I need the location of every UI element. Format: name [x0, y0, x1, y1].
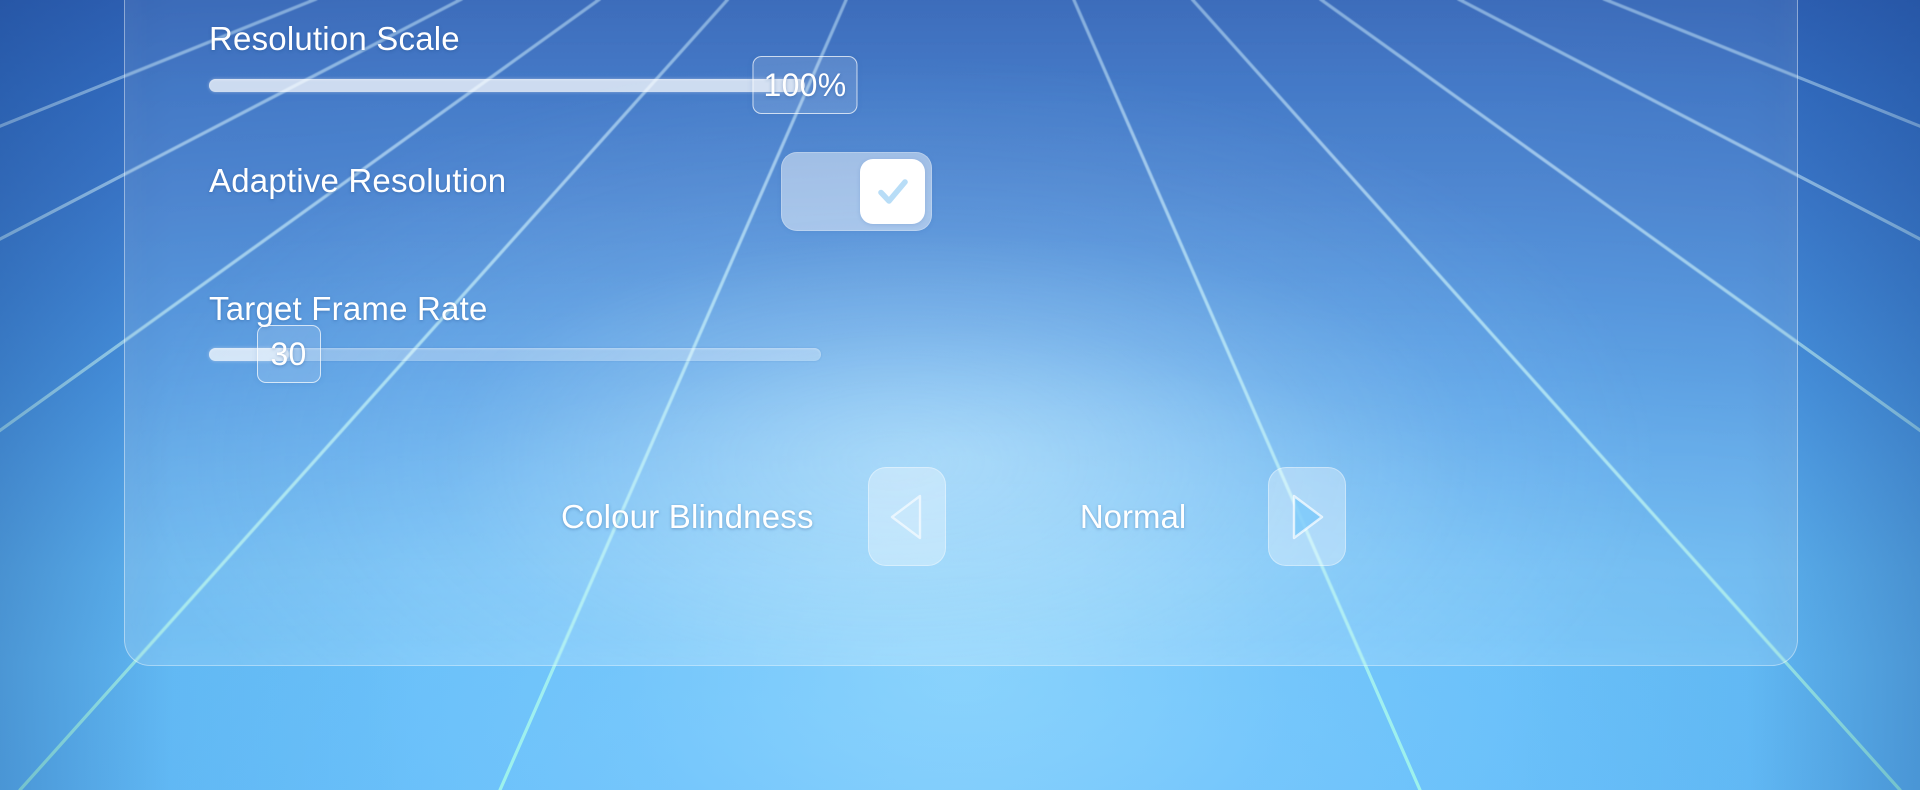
resolution-scale-label: Resolution Scale [209, 20, 460, 57]
settings-panel: Resolution Scale 100% Adaptive Resolutio… [124, 0, 1798, 666]
resolution-scale-slider-handle[interactable]: 100% [752, 56, 858, 114]
game-settings-screen: Resolution Scale 100% Adaptive Resolutio… [0, 0, 1920, 790]
slider-fill [209, 79, 805, 92]
colour-blindness-label: Colour Blindness [561, 498, 814, 535]
toggle-knob[interactable] [860, 159, 925, 224]
triangle-left-icon [890, 494, 922, 539]
target-frame-rate-slider[interactable]: 30 [209, 325, 821, 383]
resolution-scale-slider[interactable]: 100% [209, 56, 858, 114]
check-icon [877, 178, 908, 204]
triangle-right-icon [1292, 494, 1324, 539]
target-frame-rate-value: 30 [270, 335, 307, 372]
target-frame-rate-label: Target Frame Rate [209, 290, 488, 327]
adaptive-resolution-label: Adaptive Resolution [209, 162, 507, 199]
colour-blindness-next-button[interactable] [1268, 467, 1346, 566]
resolution-scale-value: 100% [763, 66, 847, 103]
target-frame-rate-slider-handle[interactable]: 30 [256, 325, 321, 383]
adaptive-resolution-toggle[interactable] [781, 152, 932, 231]
